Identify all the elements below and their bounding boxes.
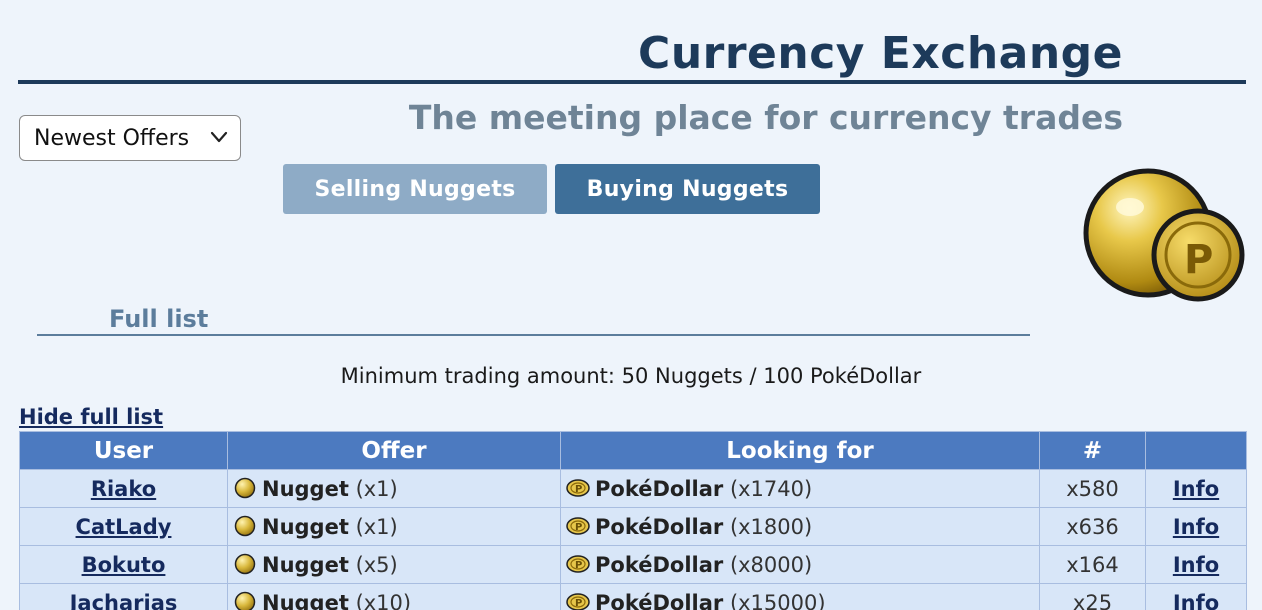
- column-header-actions: [1145, 431, 1247, 470]
- offer-item-name: Nugget: [262, 514, 349, 539]
- buying-nuggets-button[interactable]: Buying Nuggets: [555, 164, 820, 214]
- user-cell: Riako: [19, 469, 228, 508]
- looking-for-cell: P PokéDollar (x1800): [560, 507, 1040, 546]
- info-cell: Info: [1145, 507, 1247, 546]
- svg-text:P: P: [1184, 237, 1213, 283]
- user-link[interactable]: Riako: [91, 477, 156, 501]
- looking-for-quantity: (x15000): [729, 590, 826, 610]
- hide-full-list-link[interactable]: Hide full list: [19, 405, 163, 429]
- offer-cell: Nugget (x1): [227, 507, 561, 546]
- nugget-icon: [234, 477, 256, 498]
- looking-for-cell: P PokéDollar (x15000): [560, 583, 1040, 610]
- svg-text:P: P: [575, 484, 582, 495]
- title-divider: [18, 80, 1246, 84]
- info-link[interactable]: Info: [1173, 477, 1219, 501]
- full-list-divider: [37, 334, 1030, 336]
- pokedollar-icon: P: [566, 516, 590, 535]
- table-row: Riako Nugget (x1) P PokéDollar (x1740) x580 I…: [19, 469, 1247, 508]
- column-header-looking-for: Looking for: [560, 431, 1040, 470]
- pokedollar-icon: P: [566, 478, 590, 497]
- svg-text:P: P: [575, 560, 582, 571]
- looking-for-item-name: PokéDollar: [595, 590, 724, 610]
- info-cell: Info: [1145, 469, 1247, 508]
- minimum-trading-amount: Minimum trading amount: 50 Nuggets / 100…: [340, 364, 922, 388]
- looking-for-quantity: (x1740): [729, 476, 813, 501]
- count-cell: x636: [1039, 507, 1146, 546]
- count-cell: x25: [1039, 583, 1146, 610]
- page-subtitle: The meeting place for currency trades: [408, 98, 1123, 137]
- looking-for-item-name: PokéDollar: [595, 552, 724, 577]
- nugget-icon: [234, 553, 256, 574]
- nugget-icon: [234, 591, 256, 610]
- table-header-row: User Offer Looking for #: [19, 431, 1247, 470]
- chevron-down-icon: [210, 131, 228, 143]
- sort-select[interactable]: Newest Offers: [19, 115, 241, 161]
- count-cell: x164: [1039, 545, 1146, 584]
- offer-quantity: (x5): [355, 552, 398, 577]
- offer-quantity: (x1): [355, 476, 398, 501]
- page: Currency Exchange The meeting place for …: [0, 0, 1262, 610]
- offer-quantity: (x1): [355, 514, 398, 539]
- info-link[interactable]: Info: [1173, 515, 1219, 539]
- offer-cell: Nugget (x5): [227, 545, 561, 584]
- info-link[interactable]: Info: [1173, 553, 1219, 577]
- info-link[interactable]: Info: [1173, 591, 1219, 610]
- user-cell: Bokuto: [19, 545, 228, 584]
- column-header-user: User: [19, 431, 228, 470]
- offers-table: User Offer Looking for # Riako Nugget (x1…: [19, 431, 1247, 610]
- looking-for-cell: P PokéDollar (x8000): [560, 545, 1040, 584]
- column-header-count: #: [1039, 431, 1146, 470]
- count-cell: x580: [1039, 469, 1146, 508]
- info-cell: Info: [1145, 583, 1247, 610]
- table-row: Bokuto Nugget (x5) P PokéDollar (x8000) x164…: [19, 545, 1247, 584]
- user-cell: Jacharias: [19, 583, 228, 610]
- user-link[interactable]: CatLady: [76, 515, 172, 539]
- svg-text:P: P: [575, 598, 582, 609]
- user-link[interactable]: Bokuto: [82, 553, 166, 577]
- looking-for-item-name: PokéDollar: [595, 514, 724, 539]
- nugget-pokedollar-illustration: P: [1083, 168, 1245, 302]
- info-cell: Info: [1145, 545, 1247, 584]
- user-cell: CatLady: [19, 507, 228, 546]
- offer-cell: Nugget (x1): [227, 469, 561, 508]
- offer-item-name: Nugget: [262, 590, 349, 610]
- full-list-heading: Full list: [109, 305, 209, 333]
- nugget-icon: [234, 515, 256, 536]
- looking-for-quantity: (x1800): [729, 514, 813, 539]
- offer-quantity: (x10): [355, 590, 412, 610]
- table-row: CatLady Nugget (x1) P PokéDollar (x1800) x63…: [19, 507, 1247, 546]
- pokedollar-icon: P: [566, 554, 590, 573]
- offer-cell: Nugget (x10): [227, 583, 561, 610]
- user-link[interactable]: Jacharias: [70, 591, 178, 610]
- sort-select-value: Newest Offers: [34, 126, 190, 151]
- svg-text:P: P: [575, 522, 582, 533]
- selling-nuggets-button[interactable]: Selling Nuggets: [283, 164, 547, 214]
- page-title: Currency Exchange: [638, 28, 1123, 79]
- looking-for-item-name: PokéDollar: [595, 476, 724, 501]
- table-row: Jacharias Nugget (x10) P PokéDollar (x15000…: [19, 583, 1247, 610]
- offer-item-name: Nugget: [262, 552, 349, 577]
- looking-for-cell: P PokéDollar (x1740): [560, 469, 1040, 508]
- pokedollar-icon: P: [566, 592, 590, 610]
- looking-for-quantity: (x8000): [729, 552, 813, 577]
- column-header-offer: Offer: [227, 431, 561, 470]
- offer-item-name: Nugget: [262, 476, 349, 501]
